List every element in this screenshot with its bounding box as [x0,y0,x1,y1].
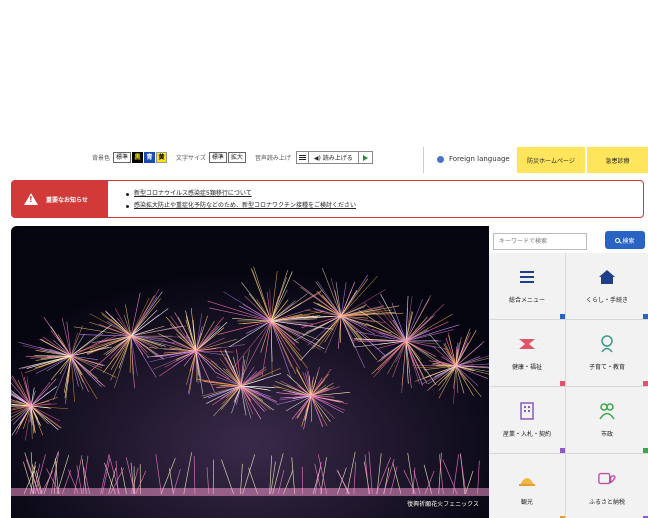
read-aloud-label: 音声読み上げ [254,155,291,162]
child-icon [598,335,616,353]
font-standard-button[interactable]: 標準 [208,152,227,163]
tile-marker [643,448,648,453]
tile-label: 観光 [520,498,533,506]
disaster-homepage-button[interactable]: 防災ホームページ [517,147,585,173]
tile-label: 健康・福祉 [511,364,542,371]
tile-tourism[interactable]: 観光 [489,454,565,518]
tile-label: くらし・手続き [585,297,628,304]
tile-health[interactable]: 健康・福祉 [489,320,565,386]
foreign-language-label: Foreign language [449,155,510,163]
notice-heading-label: 重要なお知らせ [46,196,88,204]
notice-link-2[interactable]: 感染拡大防止や重症化予防などのため、新型コロナワクチン接種をご検討ください [134,202,356,209]
tile-childcare[interactable]: 子育て・教育 [566,320,648,386]
hero-image: 復興祈願花火フェニックス [11,226,489,518]
city-icon [598,402,616,420]
tile-label: 産業・入札・契約 [502,431,551,438]
building-icon [518,402,536,420]
accessibility-controls: 背景色 標準 黒 青 黄 文字サイズ 標準 拡大 音声読み上げ ◀) 読み上げる [92,151,373,164]
category-tiles: 総合メニュー くらし・手続き 健康・福祉 子育て・教育 産業・入札・契約 市政 … [489,253,648,518]
tile-general-menu[interactable]: 総合メニュー [489,253,565,319]
tile-label: 市政 [600,431,613,438]
bg-yellow-button[interactable]: 黄 [156,152,168,163]
bg-standard-button[interactable]: 標準 [113,152,132,163]
menu-icon [518,268,536,286]
house-icon [598,268,616,286]
tile-industry[interactable]: 産業・入札・契約 [489,387,565,453]
foreign-language-link[interactable]: Foreign language [437,155,510,163]
warning-icon [24,193,38,205]
search-button-label: 検索 [622,237,635,245]
tile-marker [643,314,648,319]
list-item: 感染拡大防止や重症化予防などのため、新型コロナワクチン接種をご検討ください [126,200,356,212]
notice-heading: 重要なお知らせ [12,181,108,217]
bg-black-button[interactable]: 黒 [132,152,144,163]
important-notice: 重要なお知らせ 新型コロナウイルス感染症5類移行について 感染拡大防止や重症化予… [11,180,644,218]
side-panel: 検索 総合メニュー くらし・手続き 健康・福祉 子育て・教育 [489,226,648,518]
hero-caption: 復興祈願花火フェニックス [407,501,479,508]
read-aloud-control: ◀) 読み上げる [295,151,373,164]
list-item: 新型コロナウイルス感染症5類移行について [126,188,356,200]
tile-label: 総合メニュー [508,297,545,304]
health-icon [518,335,536,353]
read-menu-icon[interactable] [297,152,309,163]
tile-furusato-tax[interactable]: ふるさと納税 [566,454,648,518]
search-input[interactable] [493,233,587,250]
read-aloud-button[interactable]: ◀) 読み上げる [309,152,359,163]
tile-marker [560,381,565,386]
tourism-icon [518,470,536,488]
fireworks-photo [11,226,489,518]
notice-link-1[interactable]: 新型コロナウイルス感染症5類移行について [134,190,252,197]
bg-blue-button[interactable]: 青 [144,152,156,163]
play-icon[interactable] [359,152,372,163]
globe-icon [437,155,444,163]
notice-list: 新型コロナウイルス感染症5類移行について 感染拡大防止や重症化予防などのため、新… [126,188,356,212]
emergency-info-button[interactable]: 急患診療 [587,147,648,173]
search-icon [615,237,621,243]
tile-living[interactable]: くらし・手続き [566,253,648,319]
tile-marker [560,314,565,319]
bg-color-label: 背景色 [92,155,111,162]
utility-bar: 背景色 標準 黒 青 黄 文字サイズ 標準 拡大 音声読み上げ ◀) 読み上げる… [0,147,648,173]
tile-marker [560,448,565,453]
furusato-icon [598,470,616,488]
tile-city-government[interactable]: 市政 [566,387,648,453]
font-size-label: 文字サイズ [176,155,206,162]
tile-marker [643,381,648,386]
tile-label: ふるさと納税 [588,498,625,506]
font-enlarge-button[interactable]: 拡大 [227,152,246,163]
search-button[interactable]: 検索 [605,231,645,249]
tile-label: 子育て・教育 [588,364,625,371]
divider [423,147,424,173]
